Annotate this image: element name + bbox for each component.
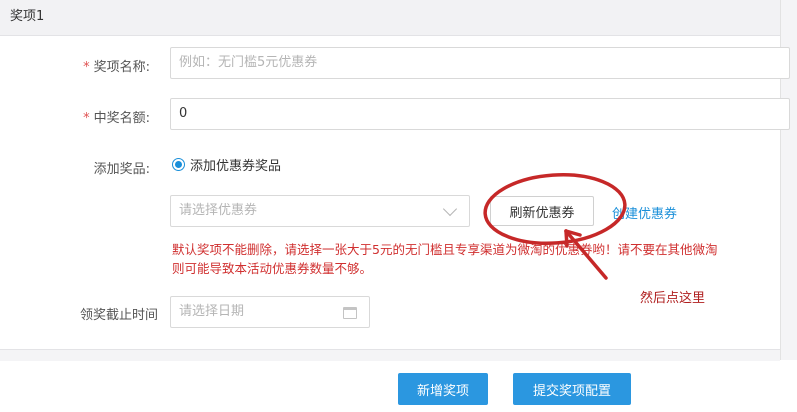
required-mark: * [83, 111, 90, 126]
panel-footer-divider [0, 349, 780, 361]
prize-name-label: 奖项名称: [93, 60, 150, 75]
prize-name-label-row: * 奖项名称: [0, 56, 150, 75]
winner-quota-label: 中奖名额: [93, 111, 150, 126]
warning-line-1: 默认奖项不能删除，请选择一张大于5元的无门槛且专享渠道为微淘的优惠券哟！请不要在… [172, 242, 718, 257]
coupon-select-placeholder: 请选择优惠券 [179, 203, 258, 218]
annotation-text: 然后点这里 [640, 291, 706, 306]
submit-prize-config-button[interactable]: 提交奖项配置 [513, 373, 631, 405]
add-prize-button[interactable]: 新增奖项 [398, 373, 488, 405]
coupon-prize-radio-option[interactable]: 添加优惠券奖品 [172, 155, 281, 174]
winner-quota-input[interactable]: 0 [170, 98, 790, 130]
deadline-placeholder: 请选择日期 [179, 304, 245, 319]
deadline-date-picker[interactable]: 请选择日期 [170, 296, 370, 328]
prize-panel-header: 奖项1 [0, 0, 780, 36]
warning-line-2: 则可能导致本活动优惠券数量不够。 [172, 261, 373, 276]
create-coupon-link[interactable]: 创建优惠券 [612, 203, 677, 222]
chevron-down-icon [442, 201, 458, 217]
radio-selected-icon[interactable] [172, 158, 185, 171]
deadline-label: 领奖截止时间 [79, 308, 158, 323]
refresh-coupons-button[interactable]: 刷新优惠券 [490, 196, 594, 226]
coupon-prize-radio-label: 添加优惠券奖品 [190, 159, 282, 174]
coupon-select[interactable]: 请选择优惠券 [170, 195, 470, 227]
calendar-icon [343, 307, 357, 319]
winner-quota-value: 0 [179, 106, 188, 121]
prize-name-placeholder: 例如：无门槛5元优惠券 [179, 55, 318, 70]
prize-name-input[interactable]: 例如：无门槛5元优惠券 [170, 47, 790, 79]
panel-title: 奖项1 [10, 9, 45, 24]
add-prize-label: 添加奖品: [93, 162, 150, 177]
required-mark: * [83, 60, 90, 75]
coupon-warning-text: 默认奖项不能删除，请选择一张大于5元的无门槛且专享渠道为微淘的优惠券哟！请不要在… [172, 240, 787, 278]
winner-quota-label-row: * 中奖名额: [0, 107, 150, 126]
